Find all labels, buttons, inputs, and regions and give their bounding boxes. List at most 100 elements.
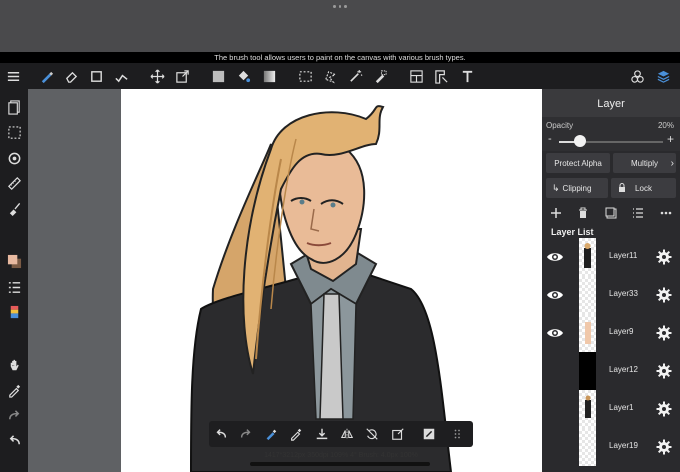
rotate-reset-icon[interactable] <box>363 425 381 443</box>
save-icon[interactable] <box>313 425 331 443</box>
layer-thumbnail <box>579 276 596 314</box>
rotate-icon[interactable] <box>4 148 24 168</box>
color-swatch[interactable] <box>4 251 24 271</box>
chevron-right-icon: › <box>670 157 674 169</box>
eye-icon[interactable] <box>546 288 564 302</box>
lock-button[interactable]: Lock <box>611 178 676 198</box>
layer-list-icon[interactable] <box>630 205 646 221</box>
fill-color-swatch[interactable] <box>209 67 227 85</box>
lock-icon <box>618 182 626 194</box>
gear-icon[interactable] <box>656 287 672 303</box>
layer-list: Layer11 Layer33 Layer9 Layer12 Layer1 Layer19 <box>542 238 680 472</box>
quick-toolbar <box>209 421 473 447</box>
multitask-grip[interactable] <box>333 5 348 9</box>
layer-row[interactable]: Layer12 <box>542 352 680 390</box>
delete-layer-icon[interactable] <box>575 205 591 221</box>
select-lasso-icon[interactable] <box>321 67 339 85</box>
home-indicator[interactable] <box>250 462 430 466</box>
shape-icon[interactable] <box>87 67 105 85</box>
redo-icon[interactable] <box>4 405 24 425</box>
left-sidebar <box>0 89 28 472</box>
eyedropper-icon[interactable] <box>287 425 305 443</box>
undo-icon[interactable] <box>212 425 230 443</box>
opacity-slider-knob[interactable] <box>573 135 586 147</box>
pages-icon[interactable] <box>4 97 24 117</box>
more-icon[interactable] <box>658 205 674 221</box>
layer-row[interactable]: Layer19 <box>542 428 680 466</box>
brush-eraser-icon[interactable] <box>262 425 280 443</box>
layer-row[interactable]: Layer1 <box>542 390 680 428</box>
eye-icon[interactable] <box>546 250 564 264</box>
gear-icon[interactable] <box>656 439 672 455</box>
layers-icon[interactable] <box>654 67 672 85</box>
opacity-increase-button[interactable]: + <box>667 132 674 146</box>
text-icon[interactable] <box>458 67 476 85</box>
clipping-button[interactable]: ↳ Clipping <box>546 178 608 198</box>
export-icon[interactable] <box>389 425 407 443</box>
undo-icon[interactable] <box>4 430 24 450</box>
layer-row[interactable]: Layer11 <box>542 238 680 276</box>
layer-name: Layer12 <box>609 365 638 374</box>
smudge-icon[interactable] <box>112 67 130 85</box>
flip-icon[interactable] <box>338 425 356 443</box>
protect-alpha-button[interactable]: Protect Alpha <box>546 153 610 173</box>
blend-mode-select[interactable]: Multiply › <box>613 153 676 173</box>
main-toolbar <box>0 63 680 89</box>
clipping-icon: ↳ <box>552 182 560 193</box>
eye-hidden-icon[interactable] <box>546 440 564 454</box>
gear-icon[interactable] <box>656 363 672 379</box>
layer-thumbnail <box>579 314 596 352</box>
frame-icon[interactable] <box>407 67 425 85</box>
hand-icon[interactable] <box>4 355 24 375</box>
ruler-icon[interactable] <box>4 173 24 193</box>
materials-icon[interactable] <box>628 67 646 85</box>
layer-image-icon[interactable] <box>603 205 619 221</box>
gear-icon[interactable] <box>656 401 672 417</box>
layer-panel: Layer Opacity 20% - + Protect Alpha Mult… <box>542 89 680 472</box>
opacity-decrease-button[interactable]: - <box>548 133 552 145</box>
palette-icon[interactable] <box>4 302 24 322</box>
layer-thumbnail <box>579 390 596 428</box>
add-layer-icon[interactable] <box>548 205 564 221</box>
layer-thumbnail <box>579 428 596 466</box>
select-rect-icon[interactable] <box>296 67 314 85</box>
move-icon[interactable] <box>148 67 166 85</box>
layer-row[interactable]: Layer33 <box>542 276 680 314</box>
tool-hint: The brush tool allows users to paint on … <box>0 52 680 63</box>
layer-name: Layer11 <box>609 251 638 260</box>
panel-title: Layer <box>542 89 680 117</box>
layer-name: Layer19 <box>609 441 638 450</box>
eraser-icon[interactable] <box>62 67 80 85</box>
menu-icon[interactable] <box>4 67 22 85</box>
eye-hidden-icon[interactable] <box>546 402 564 416</box>
bucket-icon[interactable] <box>234 67 252 85</box>
gear-icon[interactable] <box>656 325 672 341</box>
brush-settings-icon[interactable] <box>4 277 24 297</box>
select-icon[interactable] <box>4 122 24 142</box>
status-bar: 1417*3212px 350dpi 109% 4° Brush: 4.0px … <box>264 452 418 459</box>
gradient-icon[interactable] <box>260 67 278 85</box>
opacity-row: Opacity 20% - + <box>542 117 680 151</box>
canvas-size-icon[interactable] <box>420 425 438 443</box>
layer-name: Layer1 <box>609 403 634 412</box>
layer-name: Layer33 <box>609 289 638 298</box>
transform-icon[interactable] <box>173 67 191 85</box>
gear-icon[interactable] <box>656 249 672 265</box>
character-artwork <box>190 105 453 472</box>
layer-row[interactable]: Layer9 <box>542 314 680 352</box>
canvas-paper[interactable] <box>121 89 542 472</box>
canvas-area[interactable] <box>28 89 542 472</box>
brush-icon[interactable] <box>37 67 55 85</box>
magic-wand-icon[interactable] <box>346 67 364 85</box>
eye-icon[interactable] <box>546 326 564 340</box>
select-pen-icon[interactable] <box>371 67 389 85</box>
redo-icon[interactable] <box>237 425 255 443</box>
filter-icon[interactable] <box>4 198 24 218</box>
grid-icon[interactable] <box>450 425 468 443</box>
perspective-icon[interactable] <box>432 67 450 85</box>
layer-list-label: Layer List <box>551 227 594 237</box>
blend-mode-value: Multiply <box>630 158 659 168</box>
eyedropper-icon[interactable] <box>4 380 24 400</box>
lock-label: Lock <box>635 183 652 193</box>
eye-hidden-icon[interactable] <box>546 364 564 378</box>
